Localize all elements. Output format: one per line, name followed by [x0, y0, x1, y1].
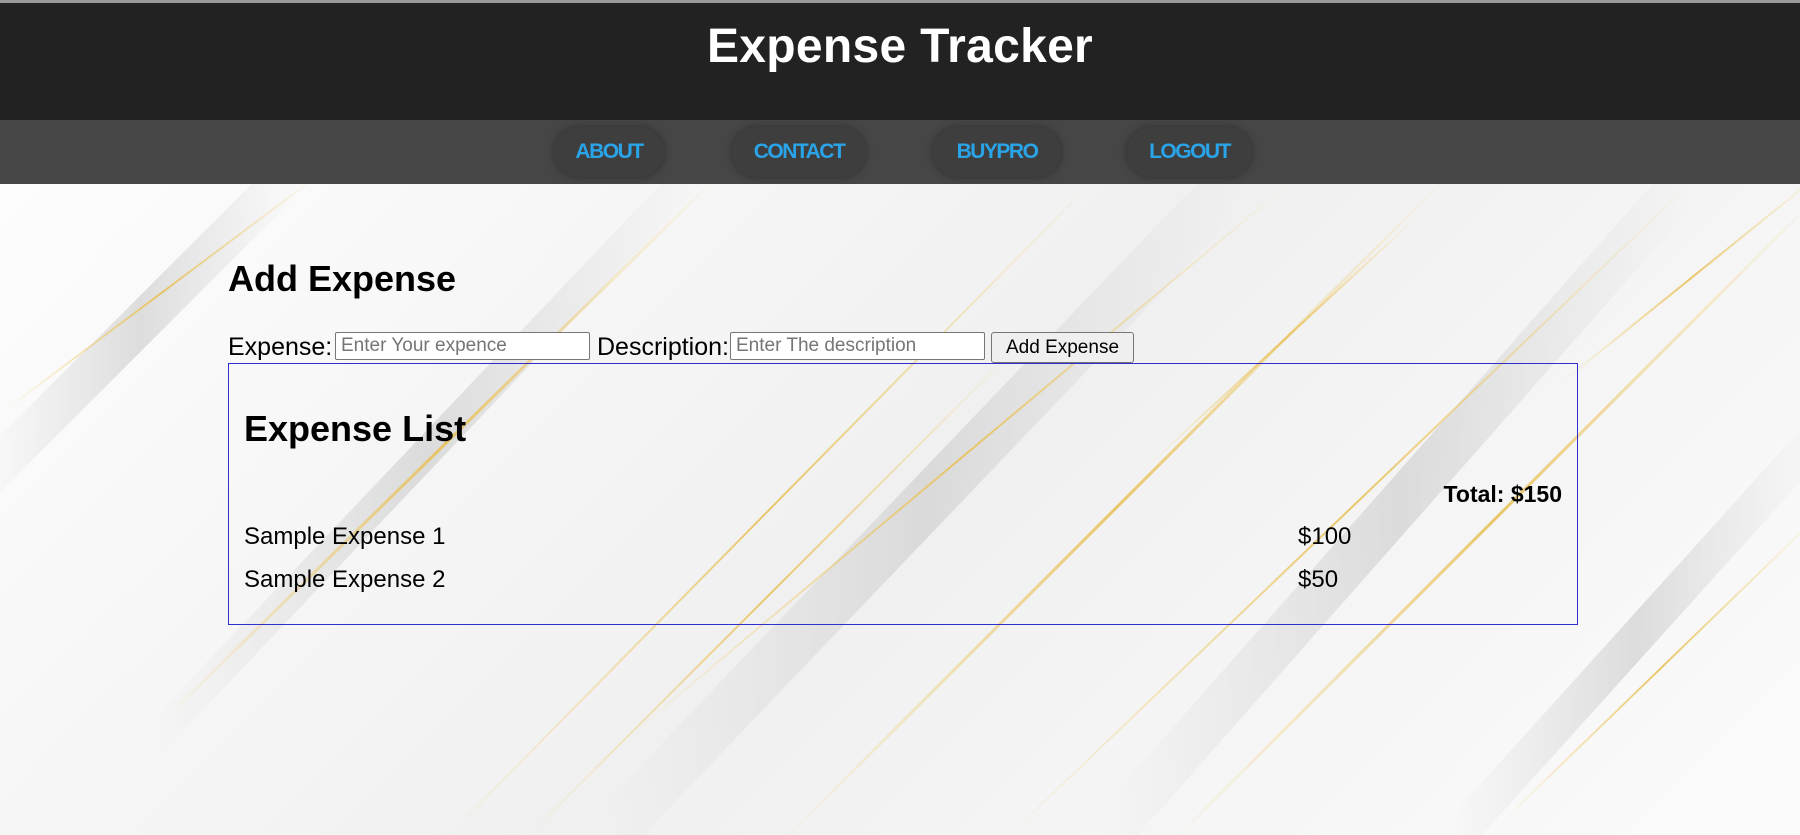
expense-name: Sample Expense 1	[244, 523, 446, 550]
description-label: Description:	[597, 333, 729, 361]
nav-item-contact[interactable]: CONTACT	[732, 127, 866, 177]
expense-list-heading: Expense List	[244, 408, 467, 449]
add-expense-button[interactable]: Add Expense	[991, 332, 1134, 363]
add-expense-form: Expense: Description: Add Expense	[228, 330, 1578, 364]
expense-input[interactable]	[335, 332, 590, 360]
expense-amount: $50	[1298, 566, 1339, 593]
list-item: Sample Expense 2 $50	[244, 566, 1564, 596]
list-item: Sample Expense 1 $100	[244, 523, 1564, 553]
nav-item-about[interactable]: ABOUT	[554, 127, 664, 177]
expense-list-panel: Expense List Total: $150 Sample Expense …	[228, 363, 1578, 625]
nav-bar: ABOUT CONTACT BUYPRO LOGOUT	[0, 120, 1800, 184]
expense-total: Total: $150	[1443, 481, 1562, 507]
nav-item-buypro[interactable]: BUYPRO	[933, 127, 1061, 177]
expense-label: Expense:	[228, 333, 333, 361]
page-title: Expense Tracker	[706, 20, 1094, 73]
add-expense-heading: Add Expense	[228, 258, 457, 299]
expense-name: Sample Expense 2	[244, 566, 446, 593]
expense-amount: $100	[1298, 523, 1352, 550]
description-input[interactable]	[730, 332, 985, 360]
nav-item-logout[interactable]: LOGOUT	[1127, 127, 1252, 177]
app-header: Expense Tracker	[0, 3, 1800, 120]
